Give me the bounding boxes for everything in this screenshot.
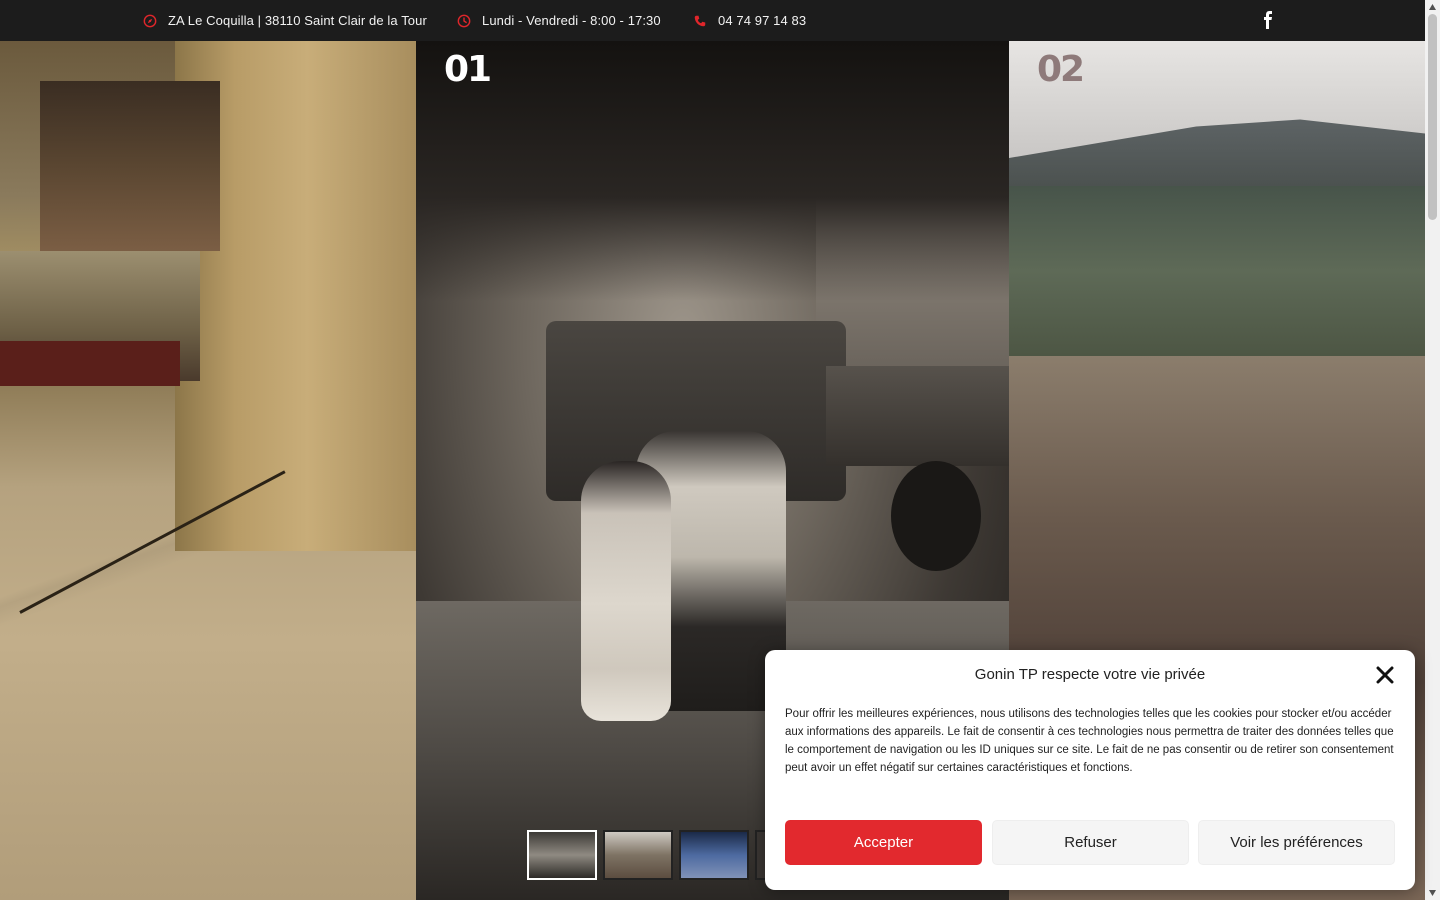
accept-button[interactable]: Accepter xyxy=(785,820,982,865)
address-text: ZA Le Coquilla | 38110 Saint Clair de la… xyxy=(168,13,427,28)
phone-text: 04 74 97 14 83 xyxy=(718,13,807,28)
address-info: ZA Le Coquilla | 38110 Saint Clair de la… xyxy=(142,0,427,41)
close-icon[interactable] xyxy=(1376,666,1394,684)
cookie-consent-dialog: Gonin TP respecte votre vie privée Pour … xyxy=(765,650,1415,890)
truck-bed-image xyxy=(826,366,1009,466)
slide-number-02: 02 xyxy=(1037,49,1085,90)
slide-number-01: 01 xyxy=(444,49,492,90)
thumbnail-1[interactable] xyxy=(527,830,597,880)
truck-wheel-image xyxy=(891,461,981,571)
child-figure-image xyxy=(581,461,671,721)
phone-info[interactable]: 04 74 97 14 83 xyxy=(692,0,806,41)
slide-image-left[interactable] xyxy=(0,41,416,900)
refuse-button[interactable]: Refuser xyxy=(992,820,1189,865)
thumbnail-3[interactable] xyxy=(679,830,749,880)
facebook-icon[interactable] xyxy=(1262,11,1274,29)
gallery-thumbnails xyxy=(527,830,767,880)
scroll-down-arrow-icon[interactable] xyxy=(1428,889,1437,897)
red-band-image xyxy=(0,341,180,386)
compass-icon xyxy=(142,13,158,29)
tree-image xyxy=(416,41,1009,301)
top-bar: ZA Le Coquilla | 38110 Saint Clair de la… xyxy=(0,0,1425,41)
field-image xyxy=(1009,186,1425,356)
thumbnail-2[interactable] xyxy=(603,830,673,880)
scrollbar-thumb[interactable] xyxy=(1428,14,1437,220)
cookie-title: Gonin TP respecte votre vie privée xyxy=(974,666,1206,683)
clock-icon xyxy=(456,13,472,29)
doorway-image xyxy=(40,81,220,251)
scroll-up-arrow-icon[interactable] xyxy=(1428,3,1437,11)
preferences-button[interactable]: Voir les préférences xyxy=(1198,820,1395,865)
cookie-body-text: Pour offrir les meilleures expériences, … xyxy=(785,708,1394,774)
page-scrollbar[interactable] xyxy=(1425,0,1440,900)
hours-text: Lundi - Vendredi - 8:00 - 17:30 xyxy=(482,13,661,28)
phone-icon xyxy=(692,13,708,29)
hours-info: Lundi - Vendredi - 8:00 - 17:30 xyxy=(456,0,661,41)
